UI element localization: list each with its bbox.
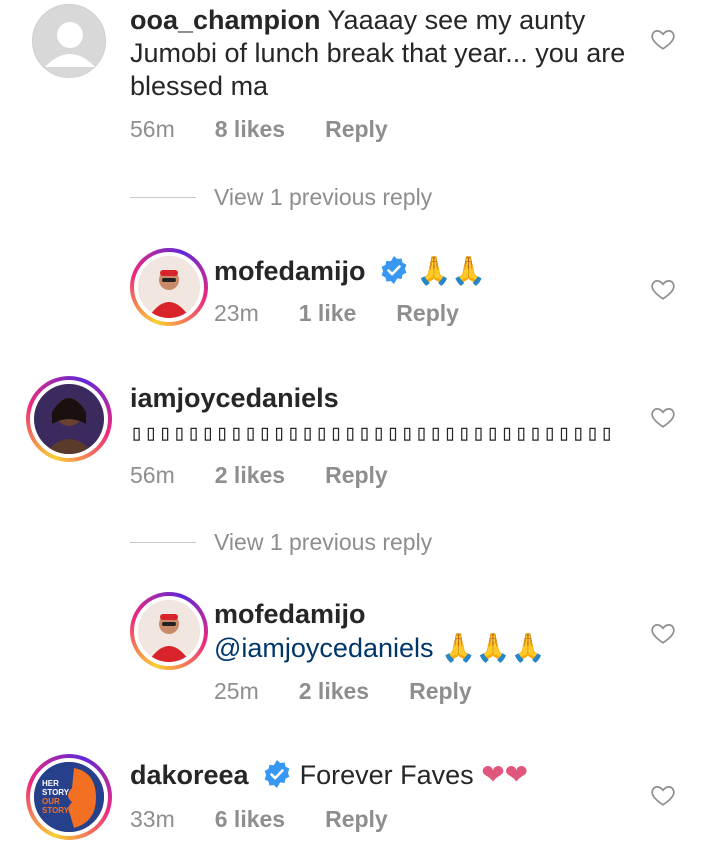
pink-heart-icon: ❤❤ <box>481 759 529 790</box>
comment-username[interactable]: iamjoycedaniels <box>130 383 339 413</box>
comment-text: 🙏🙏🙏 <box>441 632 546 663</box>
like-heart-icon[interactable] <box>650 276 676 302</box>
comment-username[interactable]: mofedamijo <box>214 599 366 629</box>
mention-link[interactable]: @iamjoycedaniels <box>214 633 434 663</box>
like-heart-icon[interactable] <box>650 26 676 52</box>
comment-time: 25m <box>214 678 259 704</box>
divider-line <box>130 197 196 198</box>
likes-count[interactable]: 2 likes <box>215 462 285 489</box>
reply-button[interactable]: Reply <box>325 806 388 833</box>
view-previous-label[interactable]: View 1 previous reply <box>214 184 432 211</box>
comment-time: 23m <box>214 300 259 326</box>
like-heart-icon[interactable] <box>650 404 676 430</box>
avatar[interactable] <box>32 4 106 78</box>
svg-text:HER: HER <box>42 779 59 788</box>
likes-count[interactable]: 2 likes <box>299 678 369 705</box>
avatar[interactable] <box>130 248 208 326</box>
view-previous-label[interactable]: View 1 previous reply <box>214 529 432 556</box>
comment-time: 56m <box>130 462 175 488</box>
svg-text:STORY: STORY <box>42 806 70 815</box>
comment-text: ▯▯▯▯▯▯▯▯▯▯▯▯▯▯▯▯▯▯▯▯▯▯▯▯▯▯▯▯▯▯▯▯▯▯ <box>130 421 615 446</box>
comment-text: Forever Faves <box>299 760 474 790</box>
comment-text: 🙏🙏 <box>416 255 487 286</box>
like-heart-icon[interactable] <box>650 620 676 646</box>
likes-count[interactable]: 6 likes <box>215 806 285 833</box>
verified-badge-icon <box>262 759 292 789</box>
view-previous-replies[interactable]: View 1 previous reply <box>130 529 432 556</box>
reply-button[interactable]: Reply <box>409 678 472 705</box>
view-previous-replies[interactable]: View 1 previous reply <box>130 184 432 211</box>
verified-badge-icon <box>379 255 409 285</box>
reply-button[interactable]: Reply <box>325 116 388 143</box>
svg-text:STORY: STORY <box>42 788 70 797</box>
comment-username[interactable]: mofedamijo <box>214 256 366 286</box>
comment-username[interactable]: dakoreea <box>130 760 249 790</box>
likes-count[interactable]: 8 likes <box>215 116 285 143</box>
avatar[interactable]: HER STORY OUR STORY <box>26 754 112 840</box>
avatar[interactable] <box>26 376 112 462</box>
avatar[interactable] <box>130 592 208 670</box>
reply-button[interactable]: Reply <box>396 300 459 327</box>
reply-button[interactable]: Reply <box>325 462 388 489</box>
divider-line <box>130 542 196 543</box>
comment-time: 56m <box>130 116 175 142</box>
likes-count[interactable]: 1 like <box>299 300 357 327</box>
comment-username[interactable]: ooa_champion <box>130 5 321 35</box>
svg-text:OUR: OUR <box>42 797 60 806</box>
comment-time: 33m <box>130 806 175 832</box>
like-heart-icon[interactable] <box>650 782 676 808</box>
